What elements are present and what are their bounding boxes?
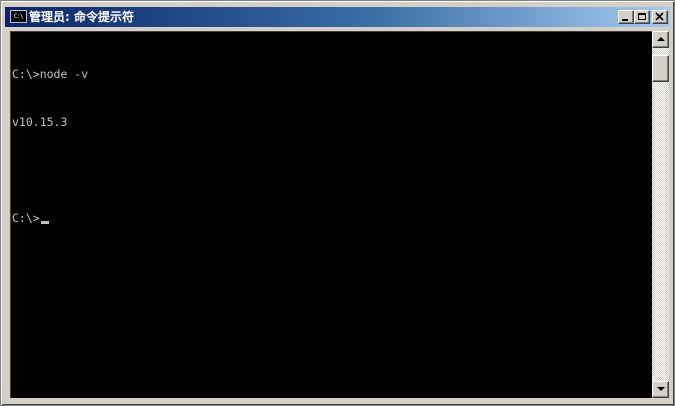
console-prompt-line: C:\> — [12, 210, 88, 226]
console-output[interactable]: C:\>node -v v10.15.3 C:\> — [10, 31, 652, 398]
minimize-button[interactable] — [618, 10, 634, 24]
console-line: C:\>node -v — [12, 67, 89, 81]
close-button[interactable] — [652, 10, 668, 24]
maximize-icon — [638, 13, 646, 20]
scroll-down-button[interactable] — [652, 381, 669, 398]
maximize-button[interactable] — [634, 10, 650, 24]
scroll-up-button[interactable] — [652, 31, 669, 48]
scroll-thumb[interactable] — [652, 55, 669, 82]
arrow-up-icon — [657, 37, 665, 41]
console-line: v10.15.3 — [12, 115, 68, 129]
minimize-icon — [622, 19, 628, 21]
vertical-scrollbar[interactable] — [652, 31, 669, 398]
title-bar[interactable]: C:\ 管理员: 命令提示符 — [5, 7, 670, 27]
cmd-window: C:\ 管理员: 命令提示符 C:\>node -v v10.15.3 C:\> — [0, 0, 675, 406]
cmd-icon[interactable]: C:\ — [10, 10, 27, 23]
console-text: C:\>node -v v10.15.3 C:\> — [12, 34, 88, 258]
prompt-text: C:\> — [12, 211, 40, 225]
close-icon — [655, 12, 664, 21]
text-cursor — [40, 221, 49, 224]
window-title: 管理员: 命令提示符 — [29, 10, 134, 24]
arrow-down-icon — [657, 387, 665, 391]
